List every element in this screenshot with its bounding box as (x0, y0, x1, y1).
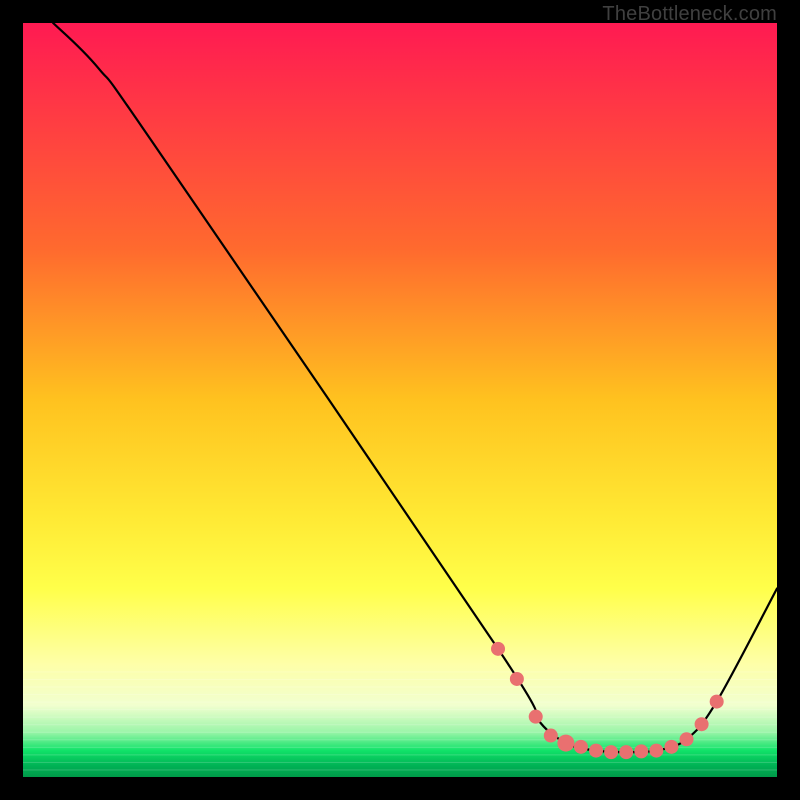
plot-area (23, 23, 777, 777)
chart-frame: TheBottleneck.com (0, 0, 800, 800)
chart-svg (23, 23, 777, 777)
